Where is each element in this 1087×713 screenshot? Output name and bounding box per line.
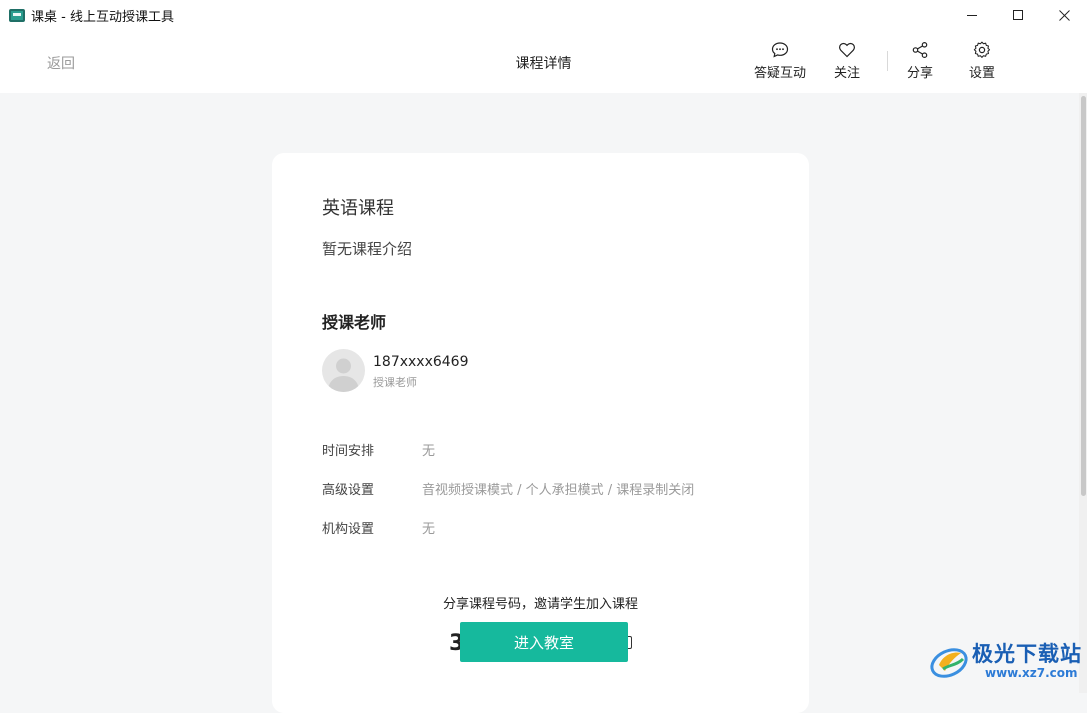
scrollbar[interactable]	[1079, 93, 1087, 693]
info-value: 无	[422, 522, 436, 537]
course-name: 英语课程	[322, 198, 394, 219]
info-value: 音视频授课模式 / 个人承担模式 / 课程录制关闭	[422, 483, 695, 498]
main-content: 英语课程 暂无课程介绍 授课老师 187xxxx6469 授课老师 时间安排 无…	[0, 93, 1087, 713]
watermark-url: www.xz7.com	[985, 666, 1078, 680]
teacher-role: 授课老师	[373, 376, 417, 389]
header-divider	[887, 51, 888, 71]
teacher-name: 187xxxx6469	[373, 354, 469, 370]
qa-interaction-button[interactable]: 答疑互动	[750, 41, 810, 81]
maximize-icon	[1012, 9, 1023, 20]
settings-button[interactable]: 设置	[952, 41, 1012, 81]
share-button[interactable]: 分享	[890, 41, 950, 81]
site-watermark: 极光下载站 www.xz7.com	[927, 635, 1081, 687]
close-icon	[1058, 9, 1070, 21]
minimize-button[interactable]	[949, 0, 995, 30]
watermark-text: 极光下载站	[972, 642, 1082, 666]
qa-interaction-label: 答疑互动	[753, 66, 806, 81]
share-icon	[912, 41, 928, 59]
header-actions: 答疑互动 关注 分享 设置	[0, 41, 1087, 85]
info-key: 高级设置	[322, 483, 375, 498]
info-key: 机构设置	[322, 522, 375, 537]
heart-icon	[839, 42, 855, 58]
app-header: 返回 课程详情 答疑互动 关注 分享 设置	[0, 30, 1087, 93]
default-avatar-icon	[328, 358, 359, 392]
minimize-icon	[966, 14, 977, 16]
follow-button[interactable]: 关注	[817, 41, 877, 81]
course-description: 暂无课程介绍	[322, 240, 413, 258]
chat-bubble-icon	[771, 42, 789, 58]
classroom-app-icon	[9, 8, 25, 22]
share-label: 分享	[906, 66, 933, 81]
course-detail-card: 英语课程 暂无课程介绍 授课老师 187xxxx6469 授课老师 时间安排 无…	[272, 153, 809, 713]
watermark-logo-icon	[930, 648, 968, 678]
window-titlebar: 课桌 - 线上互动授课工具	[0, 0, 1087, 30]
settings-label: 设置	[968, 66, 995, 81]
enter-classroom-button[interactable]: 进入教室	[460, 622, 628, 662]
gear-icon	[973, 41, 991, 58]
info-key: 时间安排	[322, 444, 375, 459]
window-controls	[949, 0, 1087, 30]
avatar	[322, 349, 365, 392]
maximize-button[interactable]	[995, 0, 1041, 30]
close-button[interactable]	[1041, 0, 1087, 30]
scrollbar-thumb[interactable]	[1081, 96, 1086, 496]
share-hint: 分享课程号码，邀请学生加入课程	[442, 597, 638, 612]
follow-label: 关注	[833, 66, 860, 81]
window-title: 课桌 - 线上互动授课工具	[31, 9, 174, 25]
info-value: 无	[422, 444, 436, 459]
teacher-section-title: 授课老师	[322, 313, 387, 332]
